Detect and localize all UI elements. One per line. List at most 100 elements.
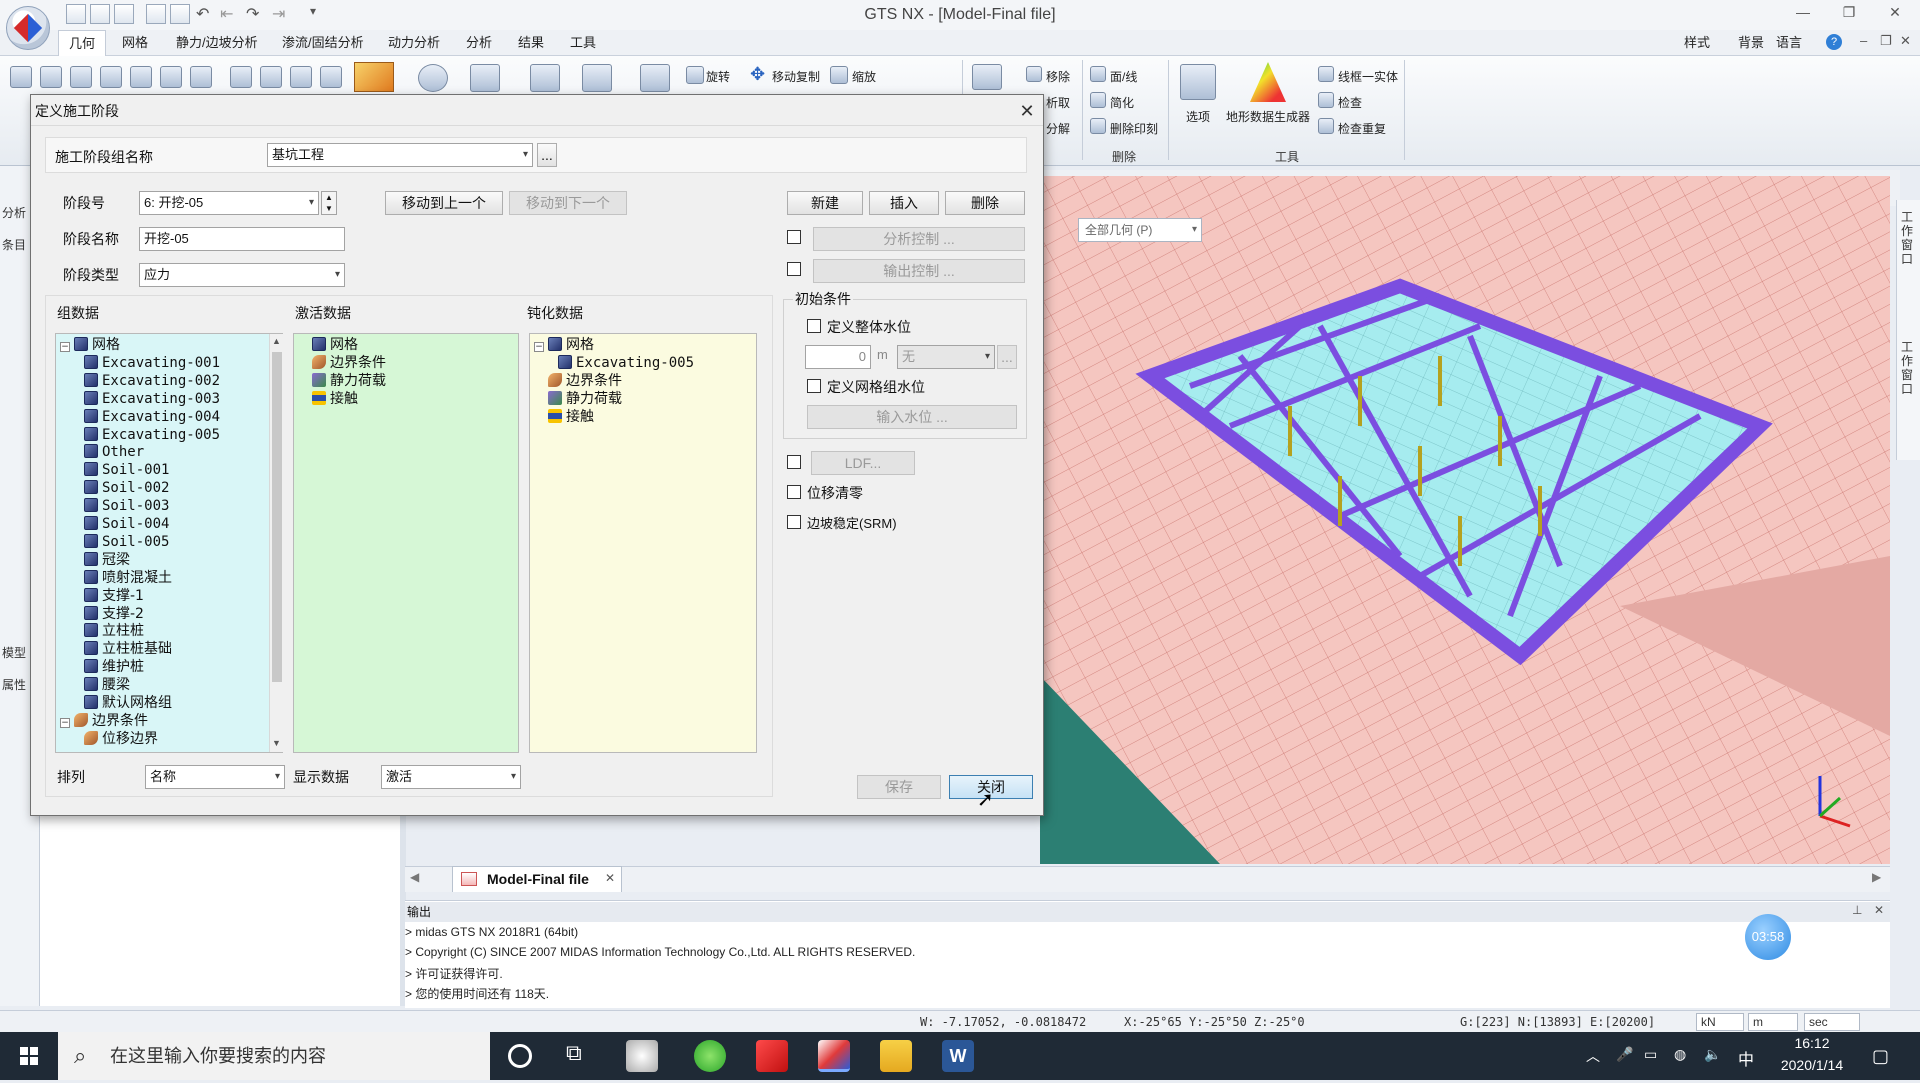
point-icon[interactable] xyxy=(10,66,32,88)
close-tab-icon[interactable]: ✕ xyxy=(605,871,615,885)
tree-item[interactable]: Excavating-002 xyxy=(84,372,220,390)
fillet-icon[interactable] xyxy=(130,66,152,88)
ldf-checkbox[interactable] xyxy=(787,455,801,469)
menu-geometry[interactable]: 几何 xyxy=(58,30,107,56)
tree-item[interactable]: Soil-002 xyxy=(84,479,169,497)
delete-imprint-icon[interactable] xyxy=(1090,118,1106,134)
app-pdf-icon[interactable] xyxy=(756,1040,788,1072)
box-icon[interactable] xyxy=(290,66,312,88)
check-label[interactable]: 检查 xyxy=(1338,94,1362,111)
app-360-icon[interactable] xyxy=(694,1040,726,1072)
tab-scroll-right-icon[interactable]: ▶ xyxy=(1872,870,1881,884)
microphone-icon[interactable]: 🎤 xyxy=(1616,1046,1633,1063)
tree-item[interactable]: 腰梁 xyxy=(84,676,130,694)
activate-data-tree[interactable]: 网格 边界条件 静力荷载 接触 xyxy=(293,333,519,753)
tree-item[interactable]: 维护桩 xyxy=(84,658,144,676)
tree-item[interactable]: 接触 xyxy=(312,390,358,408)
cylinder-icon[interactable] xyxy=(230,66,252,88)
group-data-tree[interactable]: − 网格 Excavating-001 Excavating-002 Excavatin… xyxy=(55,333,283,753)
circle-icon[interactable] xyxy=(40,66,62,88)
tree-item[interactable]: Excavating-004 xyxy=(84,408,220,426)
water-level-input[interactable]: 0 xyxy=(805,345,871,369)
wire-solid-label[interactable]: 线框一实体 xyxy=(1338,68,1398,85)
menu-results[interactable]: 结果 xyxy=(508,30,554,56)
tree-item[interactable]: 位移边界 xyxy=(84,730,158,748)
stage-name-input[interactable]: 开挖-05 xyxy=(139,227,345,251)
battery-icon[interactable]: ▭ xyxy=(1644,1046,1657,1063)
rotate-icon[interactable] xyxy=(686,66,704,84)
offset-icon[interactable] xyxy=(470,64,500,92)
define-water-level-checkbox[interactable] xyxy=(807,319,821,333)
tree-item[interactable]: Other xyxy=(84,443,144,461)
tree-item[interactable]: Soil-003 xyxy=(84,497,169,515)
unit-length-select[interactable]: m xyxy=(1748,1013,1798,1031)
tree-item[interactable]: Soil-005 xyxy=(84,533,169,551)
tree-item[interactable]: Excavating-005 xyxy=(558,354,694,372)
output-control-checkbox[interactable] xyxy=(787,262,801,276)
rotate-label[interactable]: 旋转 xyxy=(706,68,730,85)
embed-icon[interactable] xyxy=(640,64,670,92)
check-icon[interactable] xyxy=(1318,92,1334,108)
menu-mesh[interactable]: 网格 xyxy=(112,30,158,56)
wire-solid-icon[interactable] xyxy=(1318,66,1334,82)
move-icon[interactable]: ✥ xyxy=(750,64,765,85)
display-data-select[interactable]: 激活 ▾ xyxy=(381,765,521,789)
sort-select[interactable]: 名称 ▾ xyxy=(145,765,285,789)
tree-item[interactable]: 接触 xyxy=(548,408,594,426)
displacement-clear-checkbox[interactable] xyxy=(787,485,801,499)
delete-imprint-label[interactable]: 删除印刻 xyxy=(1110,120,1158,137)
clock-time[interactable]: 16:12 xyxy=(1784,1035,1840,1051)
ldf-button[interactable]: LDF... xyxy=(811,451,915,475)
water-level-browse-button[interactable]: ... xyxy=(997,345,1017,369)
menu-language[interactable]: 语言 xyxy=(1776,30,1802,56)
water-level-function-select[interactable]: 无 ▾ xyxy=(897,345,995,369)
tree-item[interactable]: 立柱桩基础 xyxy=(84,640,172,658)
tree-item[interactable]: − 边界条件 xyxy=(60,712,148,730)
app-gts-icon[interactable] xyxy=(818,1040,850,1072)
options-label[interactable]: 选项 xyxy=(1186,108,1210,125)
scroll-thumb[interactable] xyxy=(272,352,282,682)
solid-icon[interactable] xyxy=(260,66,282,88)
extrude-icon[interactable] xyxy=(354,62,394,92)
check-dup-icon[interactable] xyxy=(1318,118,1334,134)
minimize-icon[interactable]: — xyxy=(1788,4,1818,26)
ribbon-restore-icon[interactable]: ❐ xyxy=(1880,33,1892,49)
arc-icon[interactable] xyxy=(70,66,92,88)
menu-background[interactable]: 背景 xyxy=(1738,30,1764,56)
scroll-down-icon[interactable]: ▼ xyxy=(272,738,281,748)
trim-icon[interactable] xyxy=(160,66,182,88)
tree-item[interactable]: 静力荷载 xyxy=(548,390,622,408)
move-up-button[interactable]: 移动到上一个 xyxy=(385,191,503,215)
menu-analysis[interactable]: 分析 xyxy=(456,30,502,56)
move-copy-label[interactable]: 移动复制 xyxy=(772,68,820,85)
sweep-icon[interactable] xyxy=(320,66,342,88)
app-pinwheel-icon[interactable] xyxy=(626,1040,658,1072)
clock-date[interactable]: 2020/1/14 xyxy=(1772,1057,1852,1073)
close-output-icon[interactable]: ✕ xyxy=(1874,903,1884,917)
pin-icon[interactable]: ⊥ xyxy=(1852,903,1862,917)
tree-item[interactable]: Excavating-001 xyxy=(84,354,220,372)
scroll-up-icon[interactable]: ▲ xyxy=(272,336,281,346)
simplify-icon[interactable] xyxy=(1090,92,1106,108)
menu-static-slope[interactable]: 静力/边坡分析 xyxy=(166,30,268,56)
tree-item[interactable]: 支撑-1 xyxy=(84,587,144,605)
grid-icon[interactable] xyxy=(972,64,1002,90)
tree-item[interactable]: − 网格 xyxy=(60,336,120,354)
tree-item[interactable]: 网格 xyxy=(312,336,358,354)
tab-scroll-left-icon[interactable]: ◀ xyxy=(410,870,419,884)
tree-item[interactable]: 边界条件 xyxy=(312,354,386,372)
close-window-icon[interactable]: ✕ xyxy=(1880,4,1910,26)
tree-item[interactable]: 静力荷载 xyxy=(312,372,386,390)
unit-force-select[interactable]: kN xyxy=(1696,1013,1744,1031)
stage-group-select[interactable]: 基坑工程 ▾ xyxy=(267,143,533,167)
menu-style[interactable]: 样式 xyxy=(1684,30,1710,56)
tree-item[interactable]: 边界条件 xyxy=(548,372,622,390)
extend-icon[interactable] xyxy=(190,66,212,88)
ribbon-close-icon[interactable]: ✕ xyxy=(1900,33,1911,49)
tree-item[interactable]: 喷射混凝土 xyxy=(84,569,172,587)
taskbar-search[interactable]: ⌕ 在这里输入你要搜索的内容 xyxy=(58,1032,490,1080)
work-window-tab-1[interactable]: 工作窗口 xyxy=(1901,210,1915,266)
model-viewport[interactable] xyxy=(1040,176,1890,864)
face-line-icon[interactable] xyxy=(1090,66,1106,82)
collapse-icon[interactable]: − xyxy=(60,342,70,352)
